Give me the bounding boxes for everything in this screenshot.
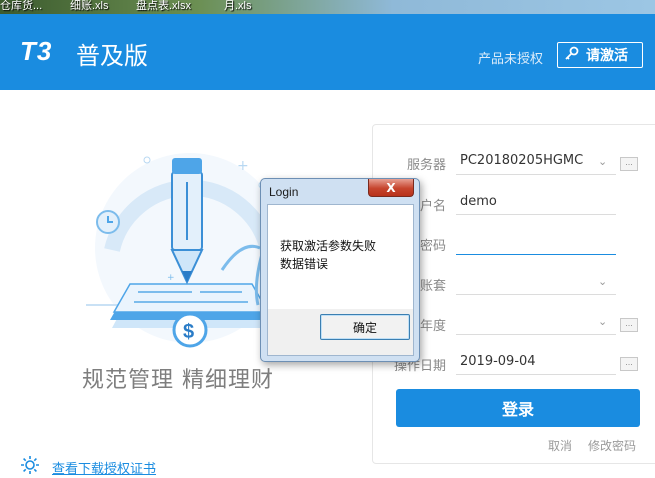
svg-text:+: + [167, 273, 175, 283]
svg-text:+: + [237, 158, 249, 174]
change-password-link[interactable]: 修改密码 [588, 437, 636, 454]
desktop-background: 仓库货... 细账.xls 盘点表.xlsx 月.xls [0, 0, 655, 14]
dialog-message-line: 获取激活参数失败 [280, 239, 377, 253]
password-underline [456, 254, 616, 255]
desktop-file[interactable]: 月.xls [224, 0, 252, 13]
download-certificate[interactable]: 查看下载授权证书 [20, 455, 156, 478]
app-header: T3 普及版 产品未授权 请激活 [0, 14, 655, 90]
activate-button[interactable]: 请激活 [557, 42, 643, 68]
server-more-button[interactable]: ... [620, 157, 638, 171]
dialog-body: 获取激活参数失败 数据错误 确定 [267, 204, 414, 356]
ok-button[interactable]: 确定 [320, 314, 410, 340]
dialog-message: 获取激活参数失败 数据错误 [280, 237, 376, 273]
product-name: 普及版 [76, 42, 148, 70]
cancel-link[interactable]: 取消 [548, 437, 572, 454]
account-label: 账套 [420, 279, 447, 294]
dialog-close-button[interactable]: X [368, 179, 414, 197]
dialog-message-line: 数据错误 [280, 257, 329, 271]
chevron-down-icon[interactable]: ⌄ [598, 275, 607, 288]
server-label: 服务器 [407, 158, 447, 173]
app-logo: T3 [20, 36, 53, 66]
login-error-dialog: Login X 获取激活参数失败 数据错误 确定 [260, 178, 420, 362]
license-status: 产品未授权 [478, 52, 544, 67]
key-icon [564, 45, 580, 65]
date-field[interactable]: 2019-09-04 [460, 354, 536, 369]
desktop-file[interactable]: 盘点表.xlsx [136, 0, 191, 13]
gear-icon [20, 455, 40, 478]
desktop-file[interactable]: 细账.xls [70, 0, 109, 13]
desktop-file[interactable]: 仓库货... [0, 0, 42, 13]
user-underline [456, 214, 616, 215]
date-underline [456, 374, 616, 375]
user-label: 户名 [420, 199, 447, 214]
user-field[interactable]: demo [460, 194, 497, 209]
download-certificate-link[interactable]: 查看下载授权证书 [52, 458, 156, 477]
server-select[interactable]: PC20180205HGMC [460, 153, 583, 168]
year-underline [456, 334, 616, 335]
login-button[interactable]: 登录 [396, 389, 640, 427]
svg-text:$: $ [183, 321, 194, 343]
dialog-title: Login [269, 185, 299, 199]
year-more-button[interactable]: ... [620, 318, 638, 332]
slogan-text: 规范管理 精细理财 [82, 368, 274, 393]
account-underline [456, 294, 616, 295]
chevron-down-icon[interactable]: ⌄ [598, 155, 607, 168]
server-underline [456, 174, 616, 175]
date-more-button[interactable]: ... [620, 357, 638, 371]
chevron-down-icon[interactable]: ⌄ [598, 315, 607, 328]
activate-label: 请激活 [586, 48, 628, 64]
password-label: 密码 [420, 239, 447, 254]
year-label: 年度 [420, 319, 447, 334]
